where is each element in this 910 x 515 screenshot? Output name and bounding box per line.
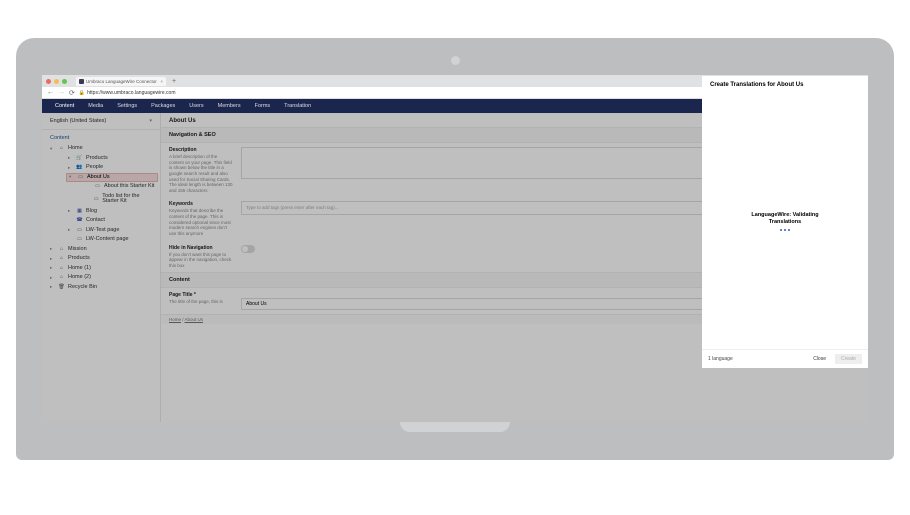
loading-dots [780,229,790,231]
minimize-window-dot[interactable] [54,79,59,84]
lock-icon: 🔒 [79,90,85,96]
forward-button[interactable]: → [58,89,65,96]
new-tab-button[interactable]: + [169,78,179,85]
nav-forms[interactable]: Forms [248,103,278,109]
translation-panel: Create Translations for About Us Languag… [702,76,868,368]
panel-title: Create Translations for About Us [702,76,868,94]
nav-settings[interactable]: Settings [110,103,144,109]
nav-packages[interactable]: Packages [144,103,182,109]
reload-button[interactable]: ⟳ [69,89,75,97]
back-button[interactable]: ← [47,89,54,96]
maximize-window-dot[interactable] [62,79,67,84]
panel-status: LanguageWire: ValidatingTranslations [751,212,818,226]
nav-members[interactable]: Members [211,103,248,109]
nav-translation[interactable]: Translation [277,103,318,109]
camera [451,56,460,65]
nav-media[interactable]: Media [81,103,110,109]
tab-title: Umbraco LanguageWire Connector [86,79,157,84]
nav-content[interactable]: Content [48,103,81,109]
nav-users[interactable]: Users [182,103,210,109]
language-count: 1 language [708,356,733,362]
browser-tab[interactable]: Umbraco LanguageWire Connector × [76,77,166,86]
create-button: Create [835,354,862,364]
url-display[interactable]: 🔒 https://www.umbraco.languagewire.com [79,90,176,96]
laptop-base [16,422,894,460]
close-window-dot[interactable] [46,79,51,84]
close-button[interactable]: Close [808,354,831,364]
close-tab-icon[interactable]: × [160,79,163,84]
favicon [79,79,84,84]
